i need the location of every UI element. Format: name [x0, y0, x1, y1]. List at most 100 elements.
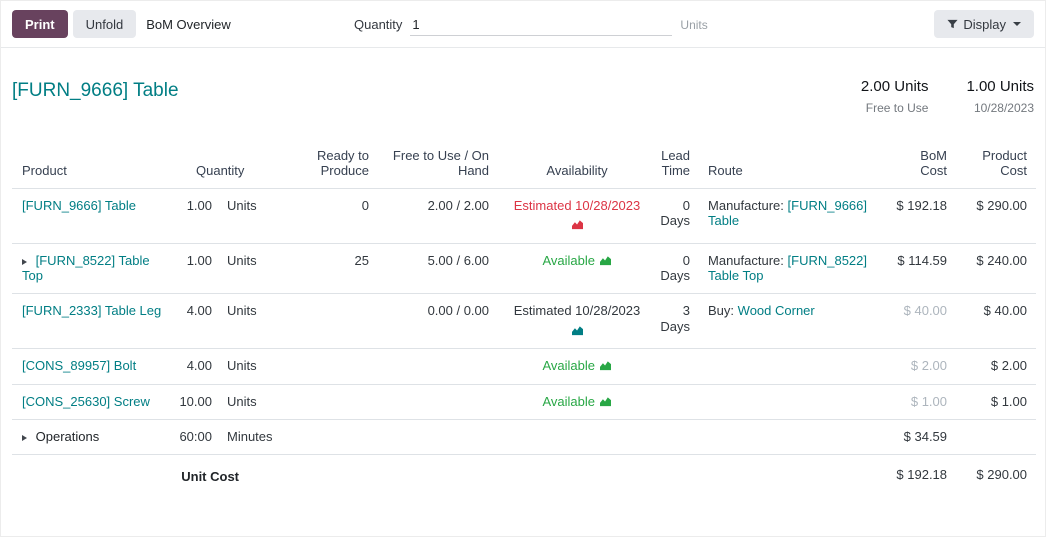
- ready-cell: 0: [304, 188, 382, 243]
- ready-cell: 25: [304, 243, 382, 293]
- stat-quantity-value: 1.00 Units: [966, 78, 1034, 95]
- table-row: [FURN_9666] Table 1.00 Units 0 2.00 / 2.…: [12, 188, 1036, 243]
- product-link[interactable]: [FURN_8522] Table Top: [22, 253, 150, 284]
- bom-cost-cell: $ 40.00: [872, 294, 959, 349]
- quantity-cell: 10.00: [170, 384, 222, 420]
- route-cell: Buy: Wood Corner: [692, 294, 872, 349]
- unit-cell: Units: [222, 188, 304, 243]
- availability-status: Estimated 10/28/2023: [514, 198, 640, 213]
- unit-cell: Minutes: [222, 420, 304, 455]
- header-route: Route: [692, 148, 872, 188]
- product-cost-cell: $ 2.00: [959, 349, 1036, 385]
- table-header-row: Product Quantity Ready to Produce Free t…: [12, 148, 1036, 188]
- free-on-hand-cell: 5.00 / 6.00: [382, 243, 502, 293]
- quantity-unit-label: Units: [680, 18, 707, 32]
- print-button[interactable]: Print: [12, 10, 68, 38]
- availability-status: Available: [542, 358, 595, 373]
- product-link[interactable]: [FURN_2333] Table Leg: [22, 303, 161, 318]
- quantity-group: Quantity Units: [354, 1, 708, 48]
- product-link[interactable]: [CONS_25630] Screw: [22, 394, 150, 409]
- area-chart-icon[interactable]: [599, 359, 612, 375]
- unit-cost-row: Unit Cost $ 192.18 $ 290.00: [12, 455, 1036, 495]
- bom-cost-cell: $ 2.00: [872, 349, 959, 385]
- ready-cell: [304, 384, 382, 420]
- header-lead-time: Lead Time: [652, 148, 692, 188]
- bom-cost-cell: $ 192.18: [872, 188, 959, 243]
- caret-right-icon[interactable]: [22, 435, 27, 441]
- lead-time-cell: [652, 349, 692, 385]
- ready-cell: [304, 294, 382, 349]
- availability-cell: Estimated 10/28/2023: [502, 294, 652, 349]
- header-ready-to-produce: Ready to Produce: [304, 148, 382, 188]
- free-on-hand-cell: 2.00 / 2.00: [382, 188, 502, 243]
- route-prefix: Buy:: [708, 303, 734, 318]
- summary-section: [FURN_9666] Table 2.00 Units Free to Use…: [1, 80, 1045, 102]
- route-cell: Manufacture: [FURN_9666] Table: [692, 188, 872, 243]
- stat-free-to-use-caption: Free to Use: [861, 101, 929, 115]
- operations-row: Operations 60:00 Minutes $ 34.59: [12, 420, 1036, 455]
- table-row: [CONS_25630] Screw 10.00 Units Available…: [12, 384, 1036, 420]
- area-chart-icon[interactable]: [571, 324, 584, 340]
- ready-cell: [304, 349, 382, 385]
- lead-time-cell: [652, 384, 692, 420]
- total-bom-cost: $ 192.18: [872, 455, 959, 495]
- table-row: [FURN_8522] Table Top 1.00 Units 25 5.00…: [12, 243, 1036, 293]
- free-on-hand-cell: [382, 349, 502, 385]
- quantity-input[interactable]: [410, 14, 672, 36]
- unfold-button[interactable]: Unfold: [73, 10, 137, 38]
- route-cell: [692, 349, 872, 385]
- header-quantity: Quantity: [170, 148, 304, 188]
- header-bom-cost: BoM Cost: [872, 148, 959, 188]
- product-cost-cell: $ 290.00: [959, 188, 1036, 243]
- summary-stats: 2.00 Units Free to Use 1.00 Units 10/28/…: [861, 78, 1034, 115]
- stat-quantity-date: 1.00 Units 10/28/2023: [966, 78, 1034, 115]
- table-row: [FURN_2333] Table Leg 4.00 Units 0.00 / …: [12, 294, 1036, 349]
- unit-cost-label: Unit Cost: [170, 455, 304, 495]
- lead-time-cell: 0 Days: [652, 243, 692, 293]
- product-link[interactable]: [CONS_89957] Bolt: [22, 358, 136, 373]
- free-on-hand-cell: [382, 384, 502, 420]
- product-cell: [FURN_9666] Table: [12, 188, 170, 243]
- availability-cell: Available: [502, 243, 652, 293]
- operations-cell: Operations: [12, 420, 170, 455]
- availability-cell: Available: [502, 349, 652, 385]
- display-label: Display: [963, 17, 1006, 32]
- area-chart-icon[interactable]: [571, 218, 584, 234]
- product-cost-cell: $ 240.00: [959, 243, 1036, 293]
- stat-free-to-use: 2.00 Units Free to Use: [861, 78, 929, 115]
- availability-status: Available: [542, 394, 595, 409]
- quantity-cell: 60:00: [170, 420, 222, 455]
- quantity-cell: 1.00: [170, 188, 222, 243]
- header-free-to-use-on-hand: Free to Use / On Hand: [382, 148, 502, 188]
- filter-icon: [947, 19, 958, 30]
- product-cell: [FURN_8522] Table Top: [12, 243, 170, 293]
- route-link[interactable]: Wood Corner: [738, 303, 815, 318]
- toolbar: Print Unfold BoM Overview Quantity Units…: [1, 1, 1045, 48]
- quantity-cell: 4.00: [170, 294, 222, 349]
- bom-overview-page: Print Unfold BoM Overview Quantity Units…: [0, 0, 1046, 537]
- bom-cost-cell: $ 34.59: [872, 420, 959, 455]
- caret-down-icon: [1013, 22, 1021, 26]
- product-cost-cell: $ 1.00: [959, 384, 1036, 420]
- product-cell: [CONS_89957] Bolt: [12, 349, 170, 385]
- product-link[interactable]: [FURN_9666] Table: [22, 198, 136, 213]
- bom-cost-cell: $ 114.59: [872, 243, 959, 293]
- availability-cell: Estimated 10/28/2023: [502, 188, 652, 243]
- unit-cell: Units: [222, 349, 304, 385]
- operations-label: Operations: [36, 429, 100, 444]
- area-chart-icon[interactable]: [599, 395, 612, 411]
- availability-cell: Available: [502, 384, 652, 420]
- unit-cell: Units: [222, 384, 304, 420]
- route-cell: [692, 384, 872, 420]
- route-prefix: Manufacture:: [708, 253, 784, 268]
- product-cell: [FURN_2333] Table Leg: [12, 294, 170, 349]
- caret-right-icon[interactable]: [22, 259, 27, 265]
- route-cell: Manufacture: [FURN_8522] Table Top: [692, 243, 872, 293]
- bom-table: Product Quantity Ready to Produce Free t…: [12, 148, 1036, 495]
- area-chart-icon[interactable]: [599, 254, 612, 270]
- quantity-cell: 4.00: [170, 349, 222, 385]
- product-cell: [CONS_25630] Screw: [12, 384, 170, 420]
- availability-status: Available: [542, 253, 595, 268]
- display-dropdown-button[interactable]: Display: [934, 10, 1034, 38]
- stat-free-to-use-value: 2.00 Units: [861, 78, 929, 95]
